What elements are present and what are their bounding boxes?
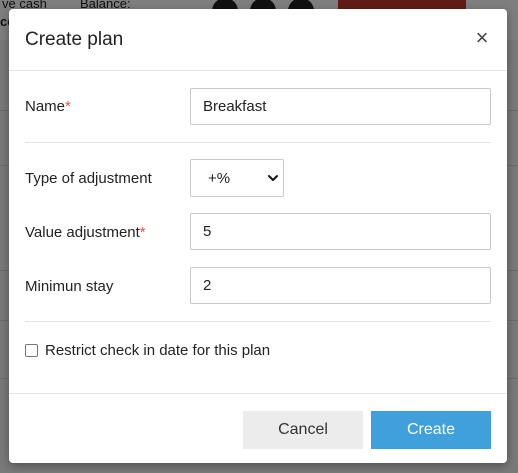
minimum-stay-label: Minimun stay [25,278,114,295]
restrict-checkin-label[interactable]: Restrict check in date for this plan [45,342,270,359]
adjustment-type-select[interactable]: +% [190,159,284,197]
adjustment-type-value: +% [208,170,231,187]
cancel-button[interactable]: Cancel [243,411,363,449]
restrict-checkin-checkbox[interactable] [25,344,38,357]
create-button[interactable]: Create [371,411,491,449]
name-label: Name* [25,98,71,115]
name-label-text: Name [25,98,66,115]
section-divider [25,142,491,143]
value-adjustment-label: Value adjustment* [25,224,146,241]
modal-title: Create plan [25,29,124,50]
required-mark: * [65,98,71,115]
adjustment-type-label: Type of adjustment [25,170,152,187]
footer-divider [9,393,507,394]
name-input[interactable] [190,88,491,125]
chevron-down-icon [268,175,278,181]
create-plan-dialog: Create plan × Name* Type of adjustment +… [9,9,507,463]
value-adjustment-label-text: Value adjustment [25,224,140,241]
section-divider [25,321,491,322]
value-adjustment-input[interactable] [190,213,491,250]
close-icon[interactable]: × [471,25,493,51]
minimum-stay-input[interactable] [190,267,491,304]
required-mark: * [139,224,146,241]
modal-header: Create plan × [9,9,507,71]
